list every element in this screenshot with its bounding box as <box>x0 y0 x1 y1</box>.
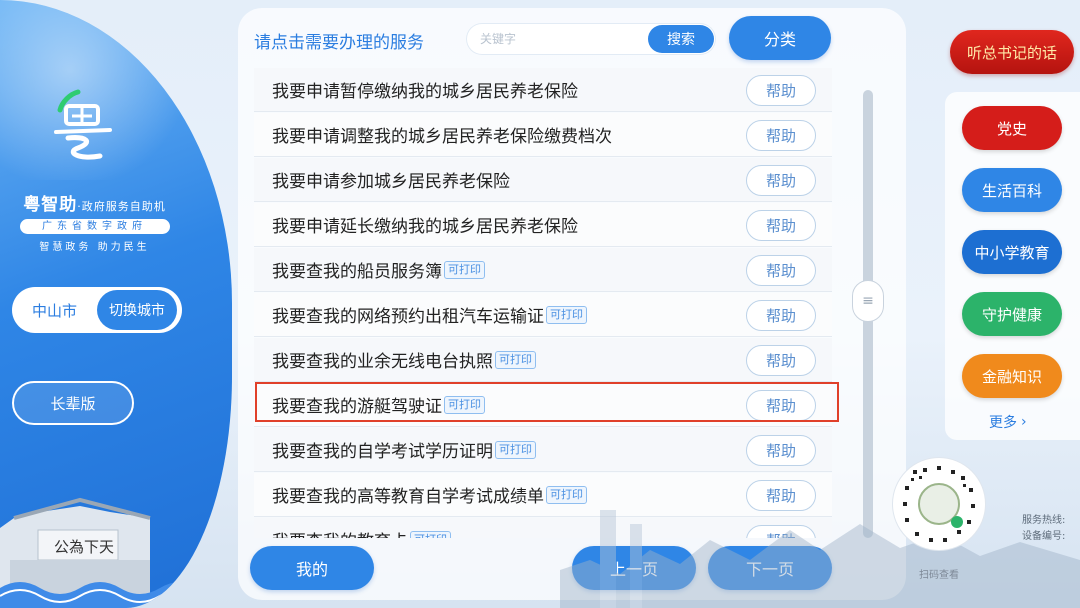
service-name: 我要查我的教育卡可打印 <box>272 527 451 538</box>
scrollbar-thumb[interactable]: ≡ <box>852 280 884 322</box>
topic-panel: 更多 › 党史生活百科中小学教育守护健康金融知识 <box>945 92 1080 440</box>
service-label: 我要查我的船员服务簿 <box>272 262 442 282</box>
printable-badge: 可打印 <box>444 395 485 414</box>
printable-badge: 可打印 <box>410 530 451 538</box>
service-row[interactable]: 我要申请延长缴纳我的城乡居民养老保险 帮助 <box>254 203 832 247</box>
sidebar: 粤智助·政府服务自助机 广东省数字政府 智慧政务 助力民生 中山市 切换城市 长… <box>0 0 232 608</box>
qr-code[interactable] <box>893 458 985 550</box>
service-label: 我要查我的自学考试学历证明 <box>272 442 493 462</box>
topic-button[interactable]: 中小学教育 <box>962 230 1062 274</box>
service-name: 我要查我的游艇驾驶证 可打印 <box>272 392 485 417</box>
service-name: 我要查我的业余无线电台执照 可打印 <box>272 347 536 372</box>
service-name: 我要申请暂停缴纳我的城乡居民养老保险 <box>272 77 578 102</box>
help-button[interactable]: 帮助 <box>746 75 816 106</box>
brand-block: 粤智助·政府服务自助机 广东省数字政府 智慧政务 助力民生 <box>12 190 177 253</box>
search-box: 搜索 <box>466 23 716 55</box>
hotline-label: 服务热线: <box>1022 515 1066 526</box>
service-name: 我要查我的船员服务簿 可打印 <box>272 257 485 282</box>
service-row[interactable]: 我要申请调整我的城乡居民养老保险缴费档次 帮助 <box>254 113 832 157</box>
help-button[interactable]: 帮助 <box>746 255 816 286</box>
service-row[interactable]: 我要查我的业余无线电台执照 可打印 帮助 <box>254 338 832 382</box>
service-row[interactable]: 我要查我的网络预约出租汽车运输证 可打印 帮助 <box>254 293 832 337</box>
more-link[interactable]: 更多 › <box>989 412 1027 432</box>
yue-calligraphy-icon <box>54 89 112 160</box>
help-button[interactable]: 帮助 <box>746 390 816 421</box>
printable-badge: 可打印 <box>495 440 536 459</box>
panel-title: 请点击需要办理的服务 <box>254 33 424 53</box>
printable-badge: 可打印 <box>495 350 536 369</box>
search-input[interactable] <box>480 29 640 49</box>
service-name: 我要查我的自学考试学历证明 可打印 <box>272 437 536 462</box>
service-row[interactable]: 我要申请暂停缴纳我的城乡居民养老保险 帮助 <box>254 68 832 112</box>
service-label: 我要申请暂停缴纳我的城乡居民养老保险 <box>272 82 578 102</box>
mine-button[interactable]: 我的 <box>250 546 374 590</box>
service-label: 我要申请调整我的城乡居民养老保险缴费档次 <box>272 127 612 147</box>
service-name: 我要查我的网络预约出租汽车运输证 可打印 <box>272 302 587 327</box>
grip-icon: ≡ <box>862 293 874 309</box>
service-label: 我要申请延长缴纳我的城乡居民养老保险 <box>272 217 578 237</box>
service-row[interactable]: 我要查我的船员服务簿 可打印 帮助 <box>254 248 832 292</box>
topic-button[interactable]: 金融知识 <box>962 354 1062 398</box>
device-id-label: 设备编号: <box>1022 531 1066 542</box>
service-row[interactable]: 我要查我的自学考试学历证明 可打印 帮助 <box>254 428 832 472</box>
topic-button[interactable]: 党史 <box>962 106 1062 150</box>
service-label: 我要申请参加城乡居民养老保险 <box>272 172 510 192</box>
service-name: 我要申请参加城乡居民养老保险 <box>272 167 510 192</box>
service-label: 我要查我的游艇驾驶证 <box>272 397 442 417</box>
service-label: 我要查我的教育卡 <box>272 527 408 538</box>
brand-title: 粤智助·政府服务自助机 <box>23 195 166 215</box>
more-label: 更多 <box>989 415 1017 431</box>
service-name: 我要申请调整我的城乡居民养老保险缴费档次 <box>272 122 612 147</box>
help-button[interactable]: 帮助 <box>746 300 816 331</box>
service-name: 我要查我的高等教育自学考试成绩单 可打印 <box>272 482 587 507</box>
service-row[interactable]: 我要申请参加城乡居民养老保险 帮助 <box>254 158 832 202</box>
service-label: 我要查我的业余无线电台执照 <box>272 352 493 372</box>
help-button[interactable]: 帮助 <box>746 120 816 151</box>
current-city: 中山市 <box>31 301 77 320</box>
search-button[interactable]: 搜索 <box>648 25 714 53</box>
chevron-right-icon: › <box>1021 414 1027 430</box>
service-info: 服务热线: 设备编号: <box>1022 513 1065 545</box>
brand-slogan: 智慧政务 助力民生 <box>39 242 150 253</box>
city-switch: 中山市 切换城市 <box>12 287 182 333</box>
brand-subtitle: 广东省数字政府 <box>19 219 170 234</box>
switch-city-button[interactable]: 切换城市 <box>97 290 177 330</box>
printable-badge: 可打印 <box>444 260 485 279</box>
service-label: 我要查我的高等教育自学考试成绩单 <box>272 487 544 507</box>
gate-illustration: 公為下天 <box>0 497 232 608</box>
service-label: 我要查我的网络预约出租汽车运输证 <box>272 307 544 327</box>
topic-button[interactable]: 守护健康 <box>962 292 1062 336</box>
help-button[interactable]: 帮助 <box>746 345 816 376</box>
svg-text:公為下天: 公為下天 <box>54 538 114 556</box>
help-button[interactable]: 帮助 <box>746 435 816 466</box>
quote-button[interactable]: 听总书记的话 <box>950 30 1074 74</box>
elder-mode-button[interactable]: 长辈版 <box>12 381 134 425</box>
service-list: 我要申请暂停缴纳我的城乡居民养老保险 帮助 我要申请调整我的城乡居民养老保险缴费档次… <box>254 68 832 538</box>
city-skyline <box>560 510 1080 608</box>
category-button[interactable]: 分类 <box>729 16 831 60</box>
qr-label: 扫码查看 <box>919 570 959 581</box>
service-name: 我要申请延长缴纳我的城乡居民养老保险 <box>272 212 578 237</box>
qr-code-icon <box>903 466 975 542</box>
service-row[interactable]: 我要查我的游艇驾驶证 可打印 帮助 <box>254 383 832 427</box>
help-button[interactable]: 帮助 <box>746 165 816 196</box>
help-button[interactable]: 帮助 <box>746 210 816 241</box>
topic-button[interactable]: 生活百科 <box>962 168 1062 212</box>
printable-badge: 可打印 <box>546 305 587 324</box>
